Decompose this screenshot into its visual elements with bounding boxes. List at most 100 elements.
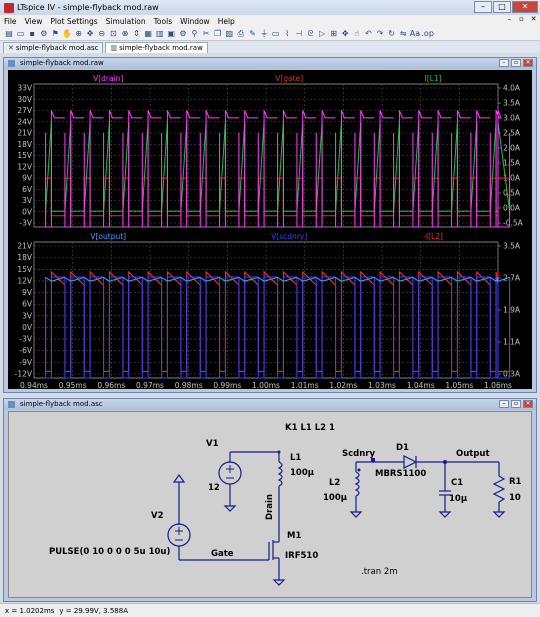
undo-icon[interactable]: ↶ (363, 29, 373, 39)
capacitor-icon[interactable]: ⊣ (294, 29, 304, 39)
schematic-restore-button[interactable]: ▫ (511, 400, 521, 408)
drain-net-label[interactable]: Drain (265, 494, 275, 520)
v1-name: V1 (206, 439, 219, 449)
zoom-fit-icon[interactable]: ⊡ (108, 29, 118, 39)
paste-icon[interactable]: ▨ (224, 29, 234, 39)
waveform-tab-icon: ▥ (110, 44, 118, 52)
y-tick-label: -3V (19, 335, 32, 344)
cascade-icon[interactable]: ▥ (155, 29, 165, 39)
zoom-in-icon[interactable]: ⊕ (74, 29, 84, 39)
zoom-out-icon[interactable]: ⊖ (97, 29, 107, 39)
copy-icon[interactable]: ❐ (213, 29, 223, 39)
diode-icon[interactable]: ▷ (317, 29, 327, 39)
menu-tools[interactable]: Tools (150, 17, 176, 26)
v1-value[interactable]: 12 (208, 483, 220, 493)
pan-icon[interactable]: ✥ (85, 29, 95, 39)
r1-value[interactable]: 10 (509, 493, 521, 503)
waveform-window-titlebar[interactable]: simple-flyback mod.raw – ▫ ✕ (4, 58, 536, 69)
scdnry-net-label[interactable]: Scdnry (342, 449, 375, 459)
settings-icon[interactable]: ⚙ (39, 29, 49, 39)
l2-inductor-symbol[interactable] (354, 471, 360, 497)
tab-waveform[interactable]: ▥ simple-flyback mod.raw (105, 42, 208, 53)
r1-resistor-symbol[interactable] (492, 475, 506, 503)
find-icon[interactable]: ⚲ (190, 29, 200, 39)
move-icon[interactable]: ✥ (340, 29, 350, 39)
close-tab-icon[interactable]: ✕ (8, 44, 14, 52)
cut-icon[interactable]: ✂ (201, 29, 211, 39)
maximize-button[interactable]: □ (493, 1, 511, 13)
waveform-plot-area[interactable]: 33V 30V 27V 24V 21V 18V 15V 12V 9V 6V 3V 0V -3V 4.0A 3… (8, 70, 534, 391)
close-window-icon[interactable]: ▣ (166, 29, 176, 39)
y2-tick-label: 0.5A (503, 189, 521, 198)
rotate-icon[interactable]: ↻ (387, 29, 397, 39)
autorange-icon[interactable]: ⇕ (132, 29, 142, 39)
menu-view[interactable]: View (21, 17, 47, 26)
c1-value[interactable]: 10µ (449, 494, 467, 504)
schematic-drawing[interactable]: K1 L1 L2 1 V1 12 L1 100µ V2 PULSE(0 10 0… (9, 412, 533, 599)
tab-label: simple-flyback mod.raw (119, 44, 203, 52)
schematic-canvas[interactable]: K1 L1 L2 1 V1 12 L1 100µ V2 PULSE(0 10 0… (8, 411, 532, 598)
y2-tick-label: 2.5A (503, 129, 521, 138)
menu-help[interactable]: Help (214, 17, 239, 26)
resistor-icon[interactable]: ⌇ (282, 29, 292, 39)
open-icon[interactable]: ▭ (16, 29, 26, 39)
waveform-close-button[interactable]: ✕ (523, 59, 533, 67)
menu-simulation[interactable]: Simulation (102, 17, 150, 26)
schematic-window-titlebar[interactable]: simple-flyback mod.asc – ▫ ✕ (4, 399, 536, 410)
mdi-close-button[interactable]: ✕ (529, 15, 538, 23)
coupling-directive[interactable]: K1 L1 L2 1 (285, 423, 335, 433)
redo-icon[interactable]: ↷ (375, 29, 385, 39)
run-icon[interactable]: ⚑ (50, 29, 60, 39)
y-tick-label: 33V (17, 84, 33, 93)
y2-tick-label: 3.5A (503, 242, 521, 251)
tran-directive[interactable]: .tran 2m (361, 567, 398, 577)
l2-value[interactable]: 100µ (323, 493, 347, 503)
print-icon[interactable]: ⎙ (236, 29, 246, 39)
zoom-cancel-icon[interactable]: ⊗ (120, 29, 130, 39)
mdi-minimize-button[interactable]: – (505, 15, 514, 23)
x-tick-label: 1.05ms (445, 381, 473, 390)
minimize-button[interactable]: – (474, 1, 492, 13)
inductor-icon[interactable]: ᘓ (305, 29, 315, 39)
waveform-minimize-button[interactable]: – (499, 59, 509, 67)
schematic-minimize-button[interactable]: – (499, 400, 509, 408)
ground-icon (438, 511, 452, 518)
menu-file[interactable]: File (0, 17, 21, 26)
menu-window[interactable]: Window (176, 17, 214, 26)
waveform-plot[interactable]: 33V 30V 27V 24V 21V 18V 15V 12V 9V 6V 3V 0V -3V 4.0A 3… (8, 70, 534, 391)
y-tick-label: 9V (22, 174, 33, 183)
x-tick-label: 1.03ms (368, 381, 396, 390)
mdi-restore-button[interactable]: ▫ (517, 15, 526, 23)
trace-label: V[gate] (275, 74, 303, 83)
close-button[interactable]: ✕ (512, 1, 538, 13)
wire-icon[interactable]: ✎ (247, 29, 257, 39)
tile-icon[interactable]: ▦ (143, 29, 153, 39)
control-panel-icon[interactable]: ⚙ (178, 29, 188, 39)
d1-diode-symbol[interactable] (403, 455, 418, 469)
gate-net-label[interactable]: Gate (211, 549, 234, 559)
m1-value[interactable]: IRF510 (285, 551, 318, 561)
drag-icon[interactable]: ☝ (352, 29, 362, 39)
l1-inductor-symbol[interactable] (277, 461, 283, 487)
spice-directive-icon[interactable]: .op (421, 29, 434, 39)
v2-value[interactable]: PULSE(0 10 0 0 0 5u 10u) (49, 547, 170, 557)
d1-value[interactable]: MBRS1100 (375, 469, 426, 479)
y-tick-label: 3V (22, 196, 33, 205)
tab-schematic[interactable]: ✕ simple-flyback mod.asc (3, 42, 104, 53)
y2-tick-label: 1.9A (503, 306, 521, 315)
component-icon[interactable]: ⊞ (329, 29, 339, 39)
output-net-label[interactable]: Output (456, 449, 490, 459)
label-icon[interactable]: ▭ (271, 29, 281, 39)
halt-icon[interactable]: ✋ (62, 29, 72, 39)
ground-icon[interactable]: ⏚ (259, 29, 269, 39)
schematic-close-button[interactable]: ✕ (523, 400, 533, 408)
text-icon[interactable]: Aa (410, 29, 420, 39)
mirror-icon[interactable]: ⇋ (398, 29, 408, 39)
new-schematic-icon[interactable]: ▤ (4, 29, 14, 39)
save-icon[interactable]: ▪ (27, 29, 37, 39)
y-tick-label: 18V (17, 253, 33, 262)
l1-value[interactable]: 100µ (290, 468, 314, 478)
waveform-icon (8, 60, 15, 67)
waveform-restore-button[interactable]: ▫ (511, 59, 521, 67)
menu-plot-settings[interactable]: Plot Settings (46, 17, 101, 26)
